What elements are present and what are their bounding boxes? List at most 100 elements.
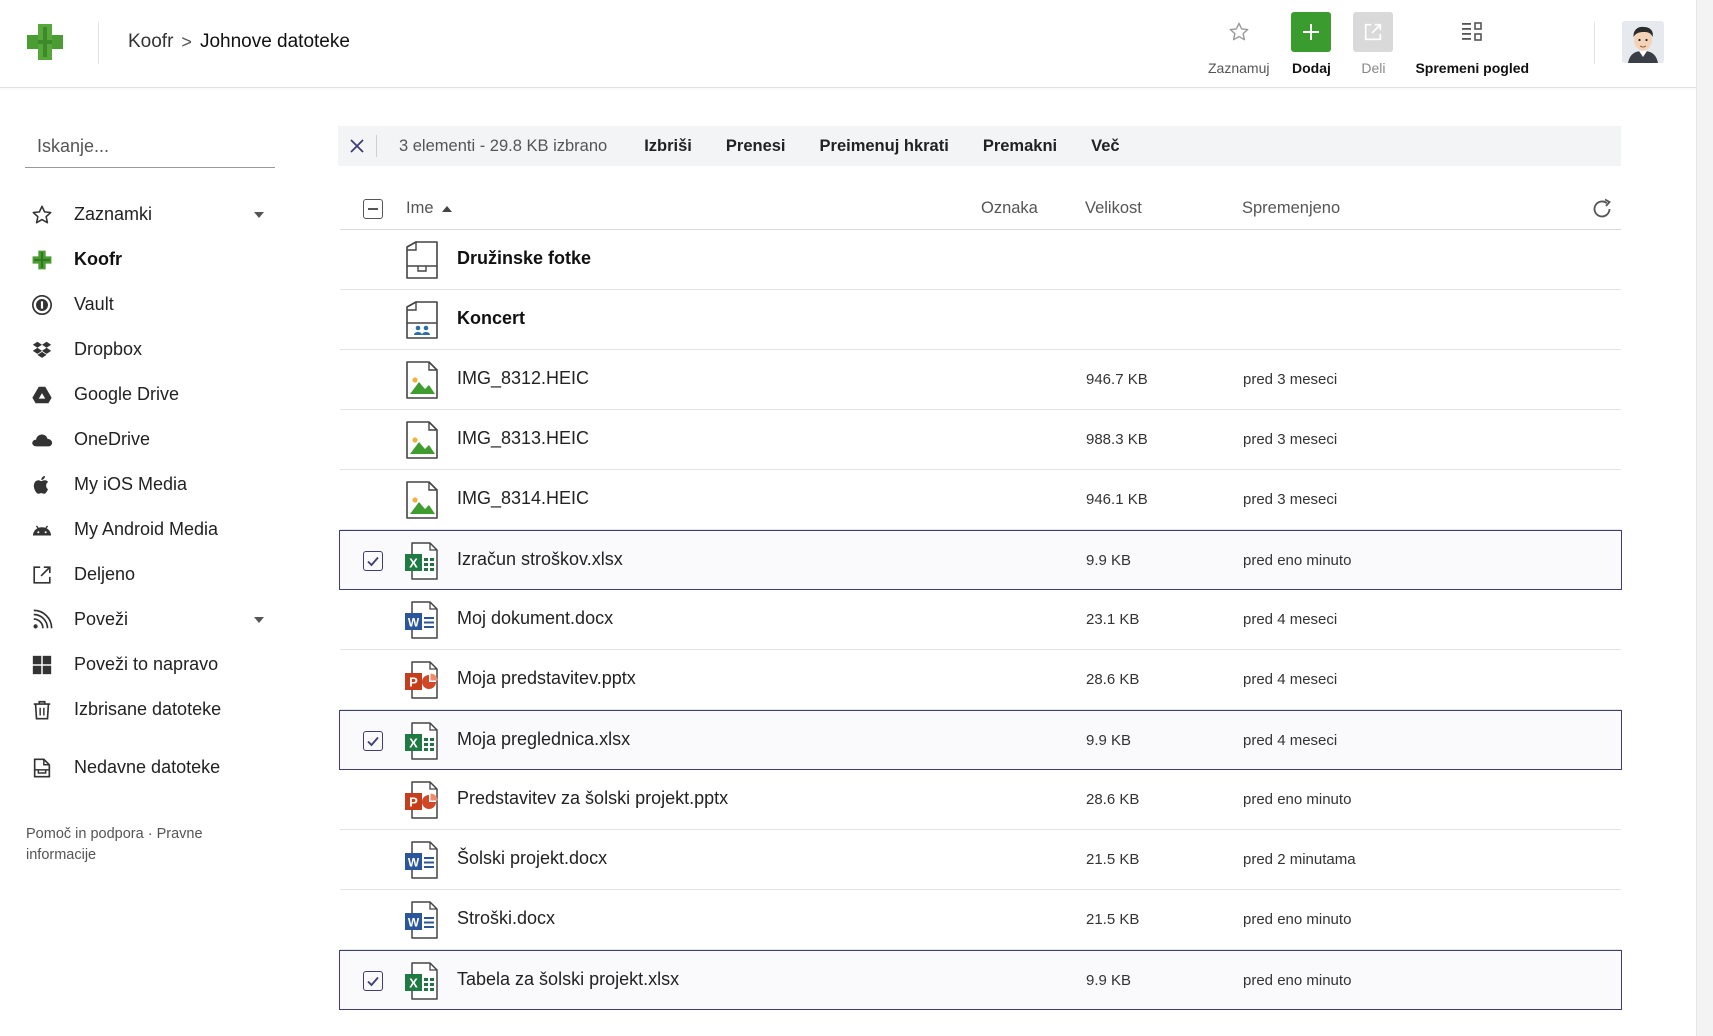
search-input[interactable] xyxy=(25,128,275,164)
chevron-down-icon[interactable] xyxy=(254,212,264,218)
excel-file-icon: X xyxy=(404,962,440,1000)
selection-bar-divider xyxy=(376,135,377,157)
change-view-label: Spremeni pogled xyxy=(1415,60,1530,76)
file-modified: pred 4 meseci xyxy=(1243,671,1338,688)
more-button[interactable]: Več xyxy=(1091,137,1119,156)
sidebar-item-dropbox[interactable]: Dropbox xyxy=(30,327,280,372)
sidebar-item-label: Dropbox xyxy=(74,339,143,359)
breadcrumb-root[interactable]: Koofr xyxy=(128,31,173,53)
share-external-icon xyxy=(1353,12,1394,52)
shared-folder-icon xyxy=(404,300,440,339)
file-name[interactable]: Tabela za šolski projekt.xlsx xyxy=(457,969,679,990)
sidebar-item-ios-media[interactable]: My iOS Media xyxy=(30,462,280,507)
file-name[interactable]: IMG_8313.HEIC xyxy=(457,428,589,449)
refresh-icon[interactable] xyxy=(1590,197,1614,221)
breadcrumb-separator: > xyxy=(181,31,192,52)
clear-selection-button[interactable] xyxy=(338,126,376,166)
avatar[interactable] xyxy=(1622,21,1664,63)
file-name[interactable]: IMG_8312.HEIC xyxy=(457,368,589,389)
breadcrumb-current: Johnove datoteke xyxy=(199,31,350,52)
sidebar-item-android-media[interactable]: My Android Media xyxy=(30,507,280,552)
word-file-icon: W xyxy=(404,841,440,879)
column-tag[interactable]: Oznaka xyxy=(981,199,1038,218)
column-name[interactable]: Ime xyxy=(406,199,452,218)
table-row[interactable]: Družinske fotke xyxy=(340,230,1621,290)
sidebar-item-label: Poveži xyxy=(74,609,129,629)
google-drive-icon xyxy=(30,383,54,407)
file-table: Ime Oznaka Velikost Spremenjeno Družinsk… xyxy=(339,188,1622,1010)
header-divider xyxy=(1594,22,1595,64)
sidebar-item-recent-files[interactable]: Nedavne datoteke xyxy=(30,745,280,790)
file-size: 9.9 KB xyxy=(1086,972,1132,989)
select-all-checkbox[interactable] xyxy=(363,199,383,219)
column-modified[interactable]: Spremenjeno xyxy=(1242,199,1340,218)
file-name[interactable]: Moja preglednica.xlsx xyxy=(457,729,630,750)
sidebar-item-label: Nedavne datoteke xyxy=(74,757,221,777)
sidebar-item-google-drive[interactable]: Google Drive xyxy=(30,372,280,417)
download-button[interactable]: Prenesi xyxy=(726,137,786,156)
sidebar-item-vault[interactable]: Vault xyxy=(30,282,280,327)
window-scrollbar[interactable] xyxy=(1696,0,1713,1036)
delete-button[interactable]: Izbriši xyxy=(644,137,692,156)
file-size: 28.6 KB xyxy=(1086,791,1140,808)
file-size: 946.7 KB xyxy=(1086,371,1148,388)
bulk-rename-button[interactable]: Preimenuj hkrati xyxy=(820,137,949,156)
sidebar-item-connect-device[interactable]: Poveži to napravo xyxy=(30,642,280,687)
sidebar-item-onedrive[interactable]: OneDrive xyxy=(30,417,280,462)
share-icon xyxy=(30,563,54,587)
svg-text:W: W xyxy=(408,616,420,630)
file-modified: pred 3 meseci xyxy=(1243,491,1338,508)
file-size: 9.9 KB xyxy=(1086,552,1132,569)
table-row[interactable]: W Stroški.docx 21.5 KB pred eno minuto xyxy=(340,890,1621,950)
row-checkbox[interactable] xyxy=(363,971,383,991)
apple-icon xyxy=(30,473,54,497)
sidebar-item-connect[interactable]: Poveži xyxy=(30,597,280,642)
sidebar-item-label: My Android Media xyxy=(74,519,219,539)
table-row[interactable]: X Tabela za šolski projekt.xlsx 9.9 KB pre… xyxy=(339,950,1622,1010)
file-size: 988.3 KB xyxy=(1086,431,1148,448)
file-name[interactable]: Stroški.docx xyxy=(457,908,555,929)
sidebar-item-shared[interactable]: Deljeno xyxy=(30,552,280,597)
column-size[interactable]: Velikost xyxy=(1085,199,1142,218)
checkmark-icon xyxy=(367,736,379,747)
bookmark-button[interactable]: Zaznamuj xyxy=(1208,12,1269,76)
move-button[interactable]: Premakni xyxy=(983,137,1057,156)
file-name[interactable]: Šolski projekt.docx xyxy=(457,848,607,869)
table-row[interactable]: X Moja preglednica.xlsx 9.9 KB pred 4 mese… xyxy=(339,710,1622,770)
file-size: 28.6 KB xyxy=(1086,671,1140,688)
file-modified: pred 3 meseci xyxy=(1243,431,1338,448)
file-name[interactable]: Izračun stroškov.xlsx xyxy=(457,549,623,570)
file-name[interactable]: Predstavitev za šolski projekt.pptx xyxy=(457,788,728,809)
sidebar: Zaznamki Koofr Vault Dropbox Google D xyxy=(0,88,300,1036)
table-row[interactable]: X Izračun stroškov.xlsx 9.9 KB pred eno mi… xyxy=(339,530,1622,590)
file-name[interactable]: IMG_8314.HEIC xyxy=(457,488,589,509)
breadcrumb: Koofr > Johnove datoteke xyxy=(128,31,350,53)
trash-icon xyxy=(30,698,54,722)
file-name[interactable]: Moja predstavitev.pptx xyxy=(457,668,636,689)
sidebar-item-label: Zaznamki xyxy=(74,204,153,224)
sidebar-item-koofr[interactable]: Koofr xyxy=(30,237,280,282)
table-row[interactable]: IMG_8314.HEIC 946.1 KB pred 3 meseci xyxy=(340,470,1621,530)
table-row[interactable]: P Moja predstavitev.pptx 28.6 KB pred 4 me… xyxy=(340,650,1621,710)
chevron-down-icon[interactable] xyxy=(254,617,264,623)
file-name[interactable]: Moj dokument.docx xyxy=(457,608,613,629)
file-modified: pred eno minuto xyxy=(1243,791,1352,808)
file-name[interactable]: Družinske fotke xyxy=(457,248,591,269)
sidebar-item-bookmarks[interactable]: Zaznamki xyxy=(30,192,280,237)
row-checkbox[interactable] xyxy=(363,731,383,751)
table-row[interactable]: Koncert xyxy=(340,290,1621,350)
file-name[interactable]: Koncert xyxy=(457,308,525,329)
change-view-button[interactable]: Spremeni pogled xyxy=(1415,12,1529,76)
koofr-logo-icon[interactable] xyxy=(24,21,66,63)
table-row[interactable]: W Šolski projekt.docx 21.5 KB pred 2 minut… xyxy=(340,830,1621,890)
row-checkbox[interactable] xyxy=(363,551,383,571)
share-button[interactable]: Deli xyxy=(1353,12,1394,76)
footer-links[interactable]: Pomoč in podpora · Pravne informacije xyxy=(26,824,246,866)
table-row[interactable]: W Moj dokument.docx 23.1 KB pred 4 meseci xyxy=(340,590,1621,650)
table-row[interactable]: IMG_8313.HEIC 988.3 KB pred 3 meseci xyxy=(340,410,1621,470)
sidebar-item-deleted-files[interactable]: Izbrisane datoteke xyxy=(30,687,280,732)
add-button[interactable]: Dodaj xyxy=(1291,12,1332,76)
table-row[interactable]: P Predstavitev za šolski projekt.pptx 28.… xyxy=(340,770,1621,830)
view-list-icon xyxy=(1452,12,1492,52)
table-row[interactable]: IMG_8312.HEIC 946.7 KB pred 3 meseci xyxy=(340,350,1621,410)
